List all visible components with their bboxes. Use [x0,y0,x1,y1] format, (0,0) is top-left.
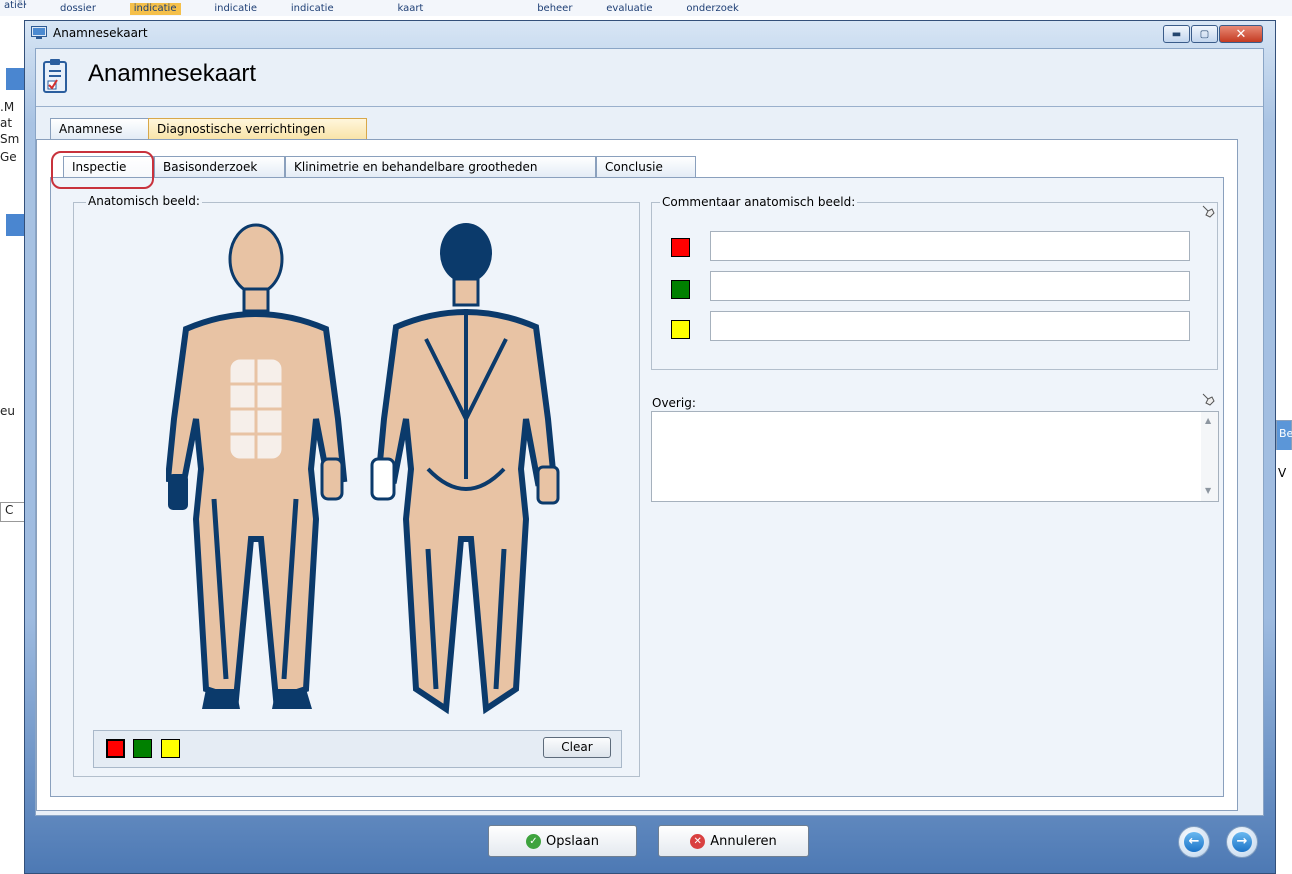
bg-toolbar-item: indicatie [214,3,258,14]
bg-toolbar-item: kaart [397,3,424,14]
comment-input-yellow[interactable] [710,311,1190,341]
pin-icon[interactable] [1200,204,1216,220]
palette-swatch-yellow[interactable] [161,739,180,758]
bg-highlight-bar [6,68,26,90]
clear-button[interactable]: Clear [543,737,611,758]
check-icon: ✓ [525,833,541,849]
anatomisch-beeld-label: Anatomisch beeld: [86,194,202,208]
maximize-icon: ▢ [1199,28,1210,40]
bg-right-tab: Be [1276,420,1292,450]
palette-swatch-red[interactable] [106,739,125,758]
overig-label: Overig: [652,396,696,410]
bg-text: eu [0,404,15,418]
background-toolbar: dossier indicatie indicatie indicatie ka… [0,0,1292,16]
palette-swatch-green[interactable] [133,739,152,758]
overig-text [652,412,1218,420]
minimize-button[interactable]: ▬ [1163,25,1190,43]
bg-right-text: V [1278,466,1287,480]
cancel-button[interactable]: ✕ Annuleren [658,825,809,857]
comment-input-red[interactable] [710,231,1190,261]
cancel-icon: ✕ [690,833,706,849]
color-palette-bar: Clear [93,730,622,768]
body-back [370,223,560,715]
save-button-label: Opslaan [545,833,600,849]
bg-text: C [0,502,26,522]
bg-highlight-bar [6,214,26,236]
body-front [166,223,348,709]
anatomy-figure[interactable] [166,219,606,719]
arrow-left-icon: ← [1184,832,1204,852]
bg-toolbar-item: dossier [60,3,96,14]
scroll-up-icon[interactable]: ▲ [1205,416,1211,425]
comment-color-green [671,280,690,299]
bg-toolbar-item: onderzoek [686,3,739,14]
comment-color-red [671,238,690,257]
pin-icon[interactable] [1200,392,1216,408]
clipboard-icon [43,59,67,93]
tab-anamnese[interactable]: Anamnese [50,118,149,140]
background-right-panel: Be V [1276,420,1292,874]
bg-toolbar-item: indicatie [129,3,181,15]
window-title: Anamnesekaart [53,26,148,40]
arrow-right-icon: → [1232,832,1252,852]
bg-text: Sm [0,132,20,146]
tab-diagnostische-verrichtingen[interactable]: Diagnostische verrichtingen [148,118,367,140]
cancel-button-label: Annuleren [710,833,777,849]
bg-text: Ge [0,150,17,164]
comment-input-green[interactable] [710,271,1190,301]
close-icon: ✕ [1235,26,1247,42]
title-bar[interactable]: Anamnesekaart ▬ ▢ ✕ [25,21,1275,47]
save-button[interactable]: ✓ Opslaan [488,825,637,857]
bg-toolbar-first-item: atiëŀ [4,0,27,11]
commentaar-label: Commentaar anatomisch beeld: [660,195,858,209]
anatomisch-beeld-group: Anatomisch beeld: [73,194,640,777]
tab-klinimetrie[interactable]: Klinimetrie en behandelbare grootheden [285,156,596,178]
page-title: Anamnesekaart [88,60,257,87]
comment-color-yellow [671,320,690,339]
inspectie-tab-highlight [51,151,154,189]
scroll-down-icon[interactable]: ▼ [1205,486,1211,495]
minimize-icon: ▬ [1171,28,1182,40]
tab-conclusie[interactable]: Conclusie [596,156,696,178]
overig-textarea[interactable]: ▲ ▼ [651,411,1219,502]
close-button[interactable]: ✕ [1219,25,1263,43]
next-button[interactable]: → [1226,826,1258,858]
bg-toolbar-item: evaluatie [606,3,653,14]
overig-scrollbar[interactable]: ▲ ▼ [1201,412,1218,501]
maximize-button[interactable]: ▢ [1191,25,1218,43]
previous-button[interactable]: ← [1178,826,1210,858]
bg-text: at [0,116,13,130]
app-icon [31,26,47,39]
bg-toolbar-item: beheer [537,3,573,14]
bg-toolbar-item: indicatie [290,3,334,14]
header-divider [36,106,1263,107]
tab-basisonderzoek[interactable]: Basisonderzoek [154,156,285,178]
bg-text: .M [0,100,15,114]
